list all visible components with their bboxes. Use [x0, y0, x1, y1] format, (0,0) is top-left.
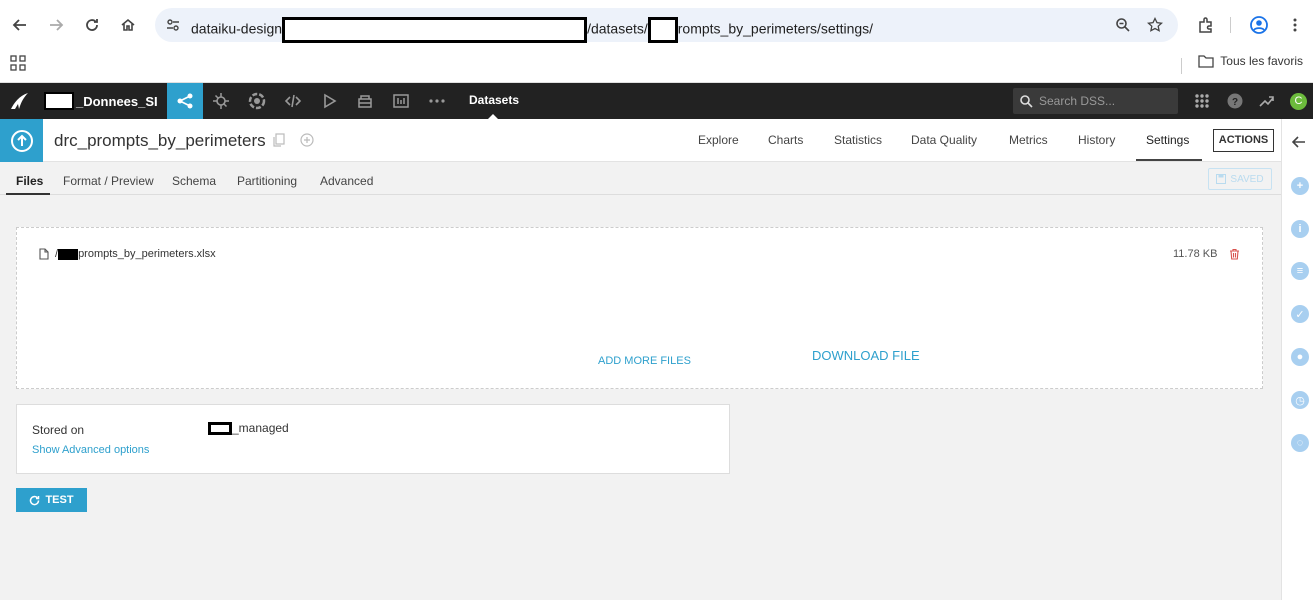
- section-title[interactable]: Datasets: [469, 93, 519, 107]
- url-prefix: dataiku-design: [191, 20, 283, 37]
- actions-button[interactable]: ACTIONS: [1213, 129, 1274, 152]
- subtab-format-preview[interactable]: Format / Preview: [63, 174, 154, 188]
- right-panel-rail: + i ≡ ✓ ● ◷ ◌: [1281, 119, 1313, 600]
- saved-label: SAVED: [1230, 173, 1264, 185]
- search-box[interactable]: Search DSS...: [1013, 88, 1178, 114]
- download-file-button[interactable]: DOWNLOAD FILE: [812, 348, 920, 363]
- dss-top-nav: _Donnees_SI Datasets Search DSS... ? C: [0, 83, 1313, 119]
- file-icon: [39, 248, 49, 260]
- add-more-files-button[interactable]: ADD MORE FILES: [598, 355, 691, 367]
- zoom-icon[interactable]: [1115, 17, 1131, 33]
- file-item: / prompts_by_perimeters.xlsx: [39, 248, 216, 260]
- connection-name: _managed: [232, 421, 289, 435]
- deploy-icon[interactable]: [356, 92, 374, 110]
- tab-statistics[interactable]: Statistics: [834, 133, 882, 147]
- profile-icon[interactable]: [1246, 12, 1272, 38]
- active-tab-indicator: [1136, 159, 1202, 161]
- subtab-schema[interactable]: Schema: [172, 174, 216, 188]
- show-advanced-options-link[interactable]: Show Advanced options: [32, 444, 149, 456]
- check-icon[interactable]: ✓: [1291, 305, 1309, 323]
- timeline-icon[interactable]: ◷: [1291, 391, 1309, 409]
- test-button[interactable]: TEST: [16, 488, 87, 512]
- search-input[interactable]: Search DSS...: [1039, 94, 1115, 108]
- dataset-name[interactable]: drc_prompts_by_perimeters: [54, 131, 266, 151]
- project-name[interactable]: _Donnees_SI: [44, 91, 158, 111]
- user-avatar[interactable]: C: [1290, 93, 1307, 110]
- refresh-icon: [29, 495, 40, 506]
- settings-subtabs: Files Format / Preview Schema Partitioni…: [0, 162, 1281, 195]
- address-bar[interactable]: dataiku-design/datasets/rompts_by_perime…: [155, 8, 1178, 43]
- tab-data-quality[interactable]: Data Quality: [911, 133, 977, 147]
- redacted-block: [58, 248, 79, 260]
- discussions-icon[interactable]: ◌: [1291, 434, 1309, 452]
- subtab-advanced[interactable]: Advanced: [320, 174, 373, 188]
- tab-settings[interactable]: Settings: [1146, 133, 1189, 147]
- storage-panel: Stored on _managed Show Advanced options: [16, 404, 730, 474]
- files-panel: / prompts_by_perimeters.xlsx 11.78 KB ADD…: [16, 227, 1263, 389]
- stored-on-label: Stored on: [32, 423, 85, 437]
- more-icon[interactable]: [428, 92, 446, 110]
- test-label: TEST: [45, 494, 74, 506]
- dataiku-logo-icon[interactable]: [8, 90, 30, 112]
- redacted-block: [208, 421, 232, 435]
- tab-metrics[interactable]: Metrics: [1009, 133, 1048, 147]
- search-icon: [1019, 94, 1033, 108]
- info-icon[interactable]: i: [1291, 220, 1309, 238]
- tab-explore[interactable]: Explore: [698, 133, 739, 147]
- delete-file-icon[interactable]: [1229, 248, 1240, 260]
- subtab-files[interactable]: Files: [16, 174, 43, 188]
- all-bookmarks-button[interactable]: Tous les favoris: [1198, 54, 1303, 68]
- forward-icon[interactable]: [43, 12, 69, 38]
- extensions-icon[interactable]: [1193, 12, 1219, 38]
- bookmarks-divider: [1181, 58, 1182, 74]
- run-icon[interactable]: [320, 92, 338, 110]
- subtab-partitioning[interactable]: Partitioning: [237, 174, 297, 188]
- redacted-block: [647, 17, 678, 43]
- apps-grid-icon[interactable]: [10, 55, 26, 71]
- toolbar-divider: [1230, 17, 1231, 33]
- browser-toolbar: dataiku-design/datasets/rompts_by_perime…: [0, 0, 1313, 50]
- active-subtab-indicator: [6, 193, 50, 195]
- apps-grid-icon[interactable]: [1193, 92, 1211, 110]
- file-name: prompts_by_perimeters.xlsx: [78, 248, 216, 260]
- help-icon[interactable]: ?: [1226, 92, 1244, 110]
- site-settings-icon[interactable]: [165, 17, 181, 33]
- collapse-arrow-icon[interactable]: [1292, 136, 1306, 148]
- file-size: 11.78 KB: [1173, 248, 1218, 260]
- code-icon[interactable]: [284, 92, 302, 110]
- add-icon[interactable]: +: [1291, 177, 1309, 195]
- all-bookmarks-label: Tous les favoris: [1220, 54, 1303, 68]
- lineage-icon[interactable]: ●: [1291, 348, 1309, 366]
- ml-icon[interactable]: [248, 92, 266, 110]
- flow-icon[interactable]: [167, 83, 203, 119]
- lab-icon[interactable]: [212, 92, 230, 110]
- dashboard-icon[interactable]: [392, 92, 410, 110]
- home-icon[interactable]: [115, 12, 141, 38]
- svg-text:?: ?: [1232, 97, 1238, 108]
- tab-history[interactable]: History: [1078, 133, 1115, 147]
- schema-list-icon[interactable]: ≡: [1291, 262, 1309, 280]
- save-icon: [1216, 174, 1227, 184]
- copy-icon[interactable]: [272, 133, 286, 147]
- trend-icon[interactable]: [1258, 92, 1276, 110]
- file-path: / prompts_by_perimeters.xlsx: [55, 248, 216, 260]
- project-name-label: _Donnees_SI: [76, 93, 158, 109]
- saved-button[interactable]: SAVED: [1208, 168, 1272, 190]
- upload-dataset-icon: [0, 119, 43, 162]
- reload-icon[interactable]: [79, 12, 105, 38]
- url-mid: /datasets/: [587, 20, 648, 37]
- stored-on-value[interactable]: _managed: [208, 421, 289, 435]
- redacted-block: [282, 17, 588, 43]
- tab-charts[interactable]: Charts: [768, 133, 803, 147]
- star-icon[interactable]: [1147, 17, 1163, 33]
- url-suffix: rompts_by_perimeters/settings/: [677, 20, 874, 37]
- back-icon[interactable]: [7, 12, 33, 38]
- dataset-header: drc_prompts_by_perimeters Explore Charts…: [0, 119, 1281, 162]
- menu-kebab-icon[interactable]: [1282, 12, 1308, 38]
- bookmarks-bar: Tous les favoris: [0, 50, 1313, 83]
- tag-icon[interactable]: [300, 133, 314, 147]
- redacted-block: [44, 92, 74, 110]
- url-text: dataiku-design/datasets/rompts_by_perime…: [191, 17, 873, 43]
- folder-icon: [1198, 54, 1214, 68]
